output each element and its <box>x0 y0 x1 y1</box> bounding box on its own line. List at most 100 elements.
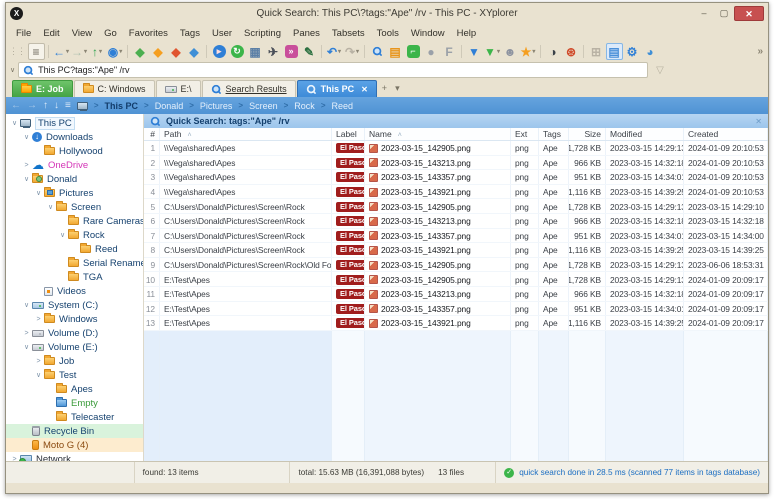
location-pin-icon[interactable]: ◉▾ <box>107 43 124 60</box>
tree-caret-icon[interactable]: > <box>21 162 32 169</box>
tree-item-videos[interactable]: Videos <box>6 284 143 298</box>
tree-item-system-c-[interactable]: ∨System (C:) <box>6 298 143 312</box>
table-row[interactable]: 9C:\Users\Donald\Pictures\Screen\Rock\Ol… <box>144 258 768 273</box>
toolbar-overflow-icon[interactable]: » <box>757 46 765 57</box>
tree-item-apes[interactable]: Apes <box>6 382 143 396</box>
dark-mode-icon[interactable]: ◑ <box>545 43 562 60</box>
table-row[interactable]: 5C:\Users\Donald\Pictures\Screen\RockEl … <box>144 199 768 214</box>
layers-icon[interactable]: ▦ <box>247 43 264 60</box>
back-button[interactable]: ←▾ <box>53 43 70 60</box>
column-header-tags[interactable]: Tags <box>539 128 569 140</box>
tiles-view-icon[interactable]: ⊞ <box>588 43 605 60</box>
search-icon[interactable] <box>369 43 386 60</box>
toolbar-grip[interactable]: ⋮⋮ <box>9 46 25 57</box>
menu-window[interactable]: Window <box>405 26 451 41</box>
tree-caret-icon[interactable]: ∨ <box>21 175 32 183</box>
tree-item-telecaster[interactable]: Telecaster <box>6 410 143 424</box>
menu-tools[interactable]: Tools <box>371 26 405 41</box>
tree-item-donald[interactable]: ∨Donald <box>6 172 143 186</box>
breadcrumb-this-pc[interactable]: This PC <box>105 101 139 111</box>
up-icon[interactable]: ↑ <box>43 101 48 111</box>
paste-icon[interactable]: ▤ <box>387 43 404 60</box>
menu-tabsets[interactable]: Tabsets <box>326 26 371 41</box>
column-header-created[interactable]: Created <box>684 128 768 140</box>
ghost-icon[interactable]: ☻ <box>502 43 519 60</box>
table-row[interactable]: 8C:\Users\Donald\Pictures\Screen\RockEl … <box>144 243 768 258</box>
menu-user[interactable]: User <box>206 26 238 41</box>
tree-item-job[interactable]: >Job <box>6 354 143 368</box>
column-header-name[interactable]: Name˄ <box>365 128 511 140</box>
tree-item-onedrive[interactable]: >☁OneDrive <box>6 158 143 172</box>
address-input[interactable]: This PC?tags:"Ape" /rv <box>18 62 648 78</box>
table-row[interactable]: 7C:\Users\Donald\Pictures\Screen\RockEl … <box>144 229 768 244</box>
close-search-icon[interactable]: ✕ <box>755 117 762 126</box>
tree-item-empty[interactable]: Empty <box>6 396 143 410</box>
tag-blue-icon[interactable]: ◆ <box>186 43 203 60</box>
tree-caret-icon[interactable]: ∨ <box>33 189 44 197</box>
maximize-button[interactable]: ▢ <box>714 6 734 21</box>
table-row[interactable]: 3\\Vega\shared\ApesEl Paso2023-03-15_143… <box>144 170 768 185</box>
tree-item-test[interactable]: ∨Test <box>6 368 143 382</box>
breadcrumb-screen[interactable]: Screen <box>249 101 278 111</box>
colors-icon[interactable]: ◕ <box>642 43 659 60</box>
tree-caret-icon[interactable]: ∨ <box>33 371 44 379</box>
tree-item-reed[interactable]: Reed <box>6 242 143 256</box>
tree-item-downloads[interactable]: ∨Downloads <box>6 130 143 144</box>
tree-path-icon[interactable]: ⌐ <box>405 43 422 60</box>
table-row[interactable]: 13E:\Test\ApesEl Paso2023-03-15_143921.p… <box>144 316 768 331</box>
menu-file[interactable]: File <box>10 26 37 41</box>
tree-caret-icon[interactable]: ∨ <box>57 231 68 239</box>
sphere-icon[interactable]: ⊛ <box>563 43 580 60</box>
details-view-icon[interactable]: ▤ <box>606 43 623 60</box>
tree-item-volume-d-[interactable]: >Volume (D:) <box>6 326 143 340</box>
tab-e-[interactable]: E:\ <box>156 80 201 97</box>
edit-pen-icon[interactable]: ✎ <box>301 43 318 60</box>
tab-c-windows[interactable]: C: Windows <box>74 80 155 97</box>
tree-item-moto-g-4-[interactable]: Moto G (4) <box>6 438 143 452</box>
tree-caret-icon[interactable]: ∨ <box>21 133 32 141</box>
breadcrumb-donald[interactable]: Donald <box>155 101 184 111</box>
menu-tags[interactable]: Tags <box>174 26 206 41</box>
settings-gear-icon[interactable]: ⚙ <box>624 43 641 60</box>
redo-button[interactable]: ↷▾ <box>344 43 361 60</box>
refresh-button[interactable]: ↻ <box>229 43 246 60</box>
down-icon[interactable]: ↓ <box>54 101 59 111</box>
new-tab-button[interactable]: + <box>378 83 391 93</box>
tag-green-icon[interactable]: ◆ <box>132 43 149 60</box>
menu-edit[interactable]: Edit <box>37 26 65 41</box>
tab-close-icon[interactable]: ✕ <box>361 85 368 94</box>
tree-item-tga[interactable]: TGA <box>6 270 143 284</box>
tree-caret-icon[interactable]: ∨ <box>21 343 32 351</box>
table-row[interactable]: 11E:\Test\ApesEl Paso2023-03-15_143213.p… <box>144 287 768 302</box>
table-row[interactable]: 6C:\Users\Donald\Pictures\Screen\RockEl … <box>144 214 768 229</box>
flag-icon[interactable]: F <box>441 43 458 60</box>
up-button[interactable]: ↑▾ <box>89 43 106 60</box>
tree-item-this-pc[interactable]: ∨This PC <box>6 116 143 130</box>
menu-help[interactable]: Help <box>451 26 483 41</box>
tree-caret-icon[interactable]: ∨ <box>21 301 32 309</box>
title-bar[interactable]: X Quick Search: This PC\?tags:"Ape" /rv … <box>6 3 768 24</box>
menu-panes[interactable]: Panes <box>287 26 326 41</box>
menu-go[interactable]: Go <box>98 26 123 41</box>
column-header-ext[interactable]: Ext <box>511 128 539 140</box>
column-header-label[interactable]: Label <box>332 128 365 140</box>
tree-caret-icon[interactable]: ∨ <box>45 203 56 211</box>
menu-button[interactable]: ≡ <box>28 43 45 60</box>
column-header-num[interactable]: # <box>144 128 160 140</box>
tree-item-serial-rename[interactable]: Serial Rename <box>6 256 143 270</box>
column-header-path[interactable]: Path˄ <box>160 128 332 140</box>
breadcrumb-pictures[interactable]: Pictures <box>200 101 233 111</box>
undo-button[interactable]: ↶▾ <box>326 43 343 60</box>
filter-icon[interactable]: ▼ <box>466 43 483 60</box>
tree-caret-icon[interactable]: > <box>33 316 44 323</box>
fast-forward-icon[interactable]: » <box>283 43 300 60</box>
menu-scripting[interactable]: Scripting <box>238 26 287 41</box>
menu-view[interactable]: View <box>66 26 98 41</box>
tree-item-volume-e-[interactable]: ∨Volume (E:) <box>6 340 143 354</box>
type-ahead-funnel-icon[interactable]: ▽ <box>656 65 664 76</box>
breadcrumb-reed[interactable]: Reed <box>331 101 353 111</box>
column-header-size[interactable]: Size <box>569 128 606 140</box>
tree-item-rock[interactable]: ∨Rock <box>6 228 143 242</box>
tree-caret-icon[interactable]: > <box>33 358 44 365</box>
column-header-modified[interactable]: Modified <box>606 128 684 140</box>
